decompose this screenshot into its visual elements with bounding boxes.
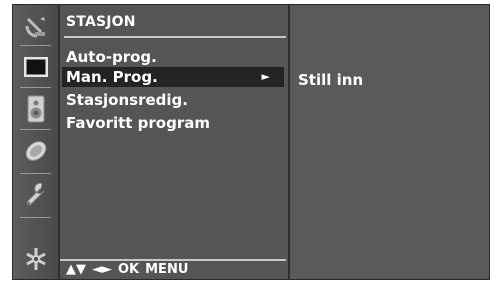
menu-item-man-prog[interactable]: Man. Prog. ► [62,67,284,87]
clock-icon[interactable] [13,131,58,170]
navigation-hint-bar: ▲▼ ◄► OK MENU [60,259,286,279]
menu-item-favoritt-program[interactable]: Favoritt program [60,113,286,133]
menu-item-label: Favoritt program [66,114,211,132]
menu-item-stasjonsredig[interactable]: Stasjonsredig. [60,90,286,110]
menu-hint: MENU [145,262,189,277]
antenna-icon[interactable] [13,7,58,46]
menu-item-label: Stasjonsredig. [66,91,188,109]
picture-icon[interactable] [13,47,58,86]
input-plug-icon[interactable] [13,239,58,278]
menu-title: STASJON [66,14,136,30]
submenu-panel: Still inn [290,5,489,279]
speaker-icon[interactable] [13,89,58,128]
submenu-arrow-icon: ► [261,70,270,83]
menu-item-auto-prog[interactable]: Auto-prog. [60,47,286,67]
up-down-arrows-icon: ▲▼ [66,262,86,277]
title-divider [64,36,286,38]
category-sidebar [13,5,60,279]
wrench-icon[interactable] [13,175,58,214]
submenu-item-still-inn[interactable]: Still inn [298,71,363,89]
menu-item-label: Auto-prog. [66,48,157,66]
ok-hint: OK [118,262,140,277]
station-menu-panel: STASJON Auto-prog. Man. Prog. ► Stasjons… [60,5,290,279]
left-right-arrows-icon: ◄► [92,262,112,277]
menu-item-label: Man. Prog. [66,68,158,86]
osd-window: STASJON Auto-prog. Man. Prog. ► Stasjons… [12,4,490,280]
